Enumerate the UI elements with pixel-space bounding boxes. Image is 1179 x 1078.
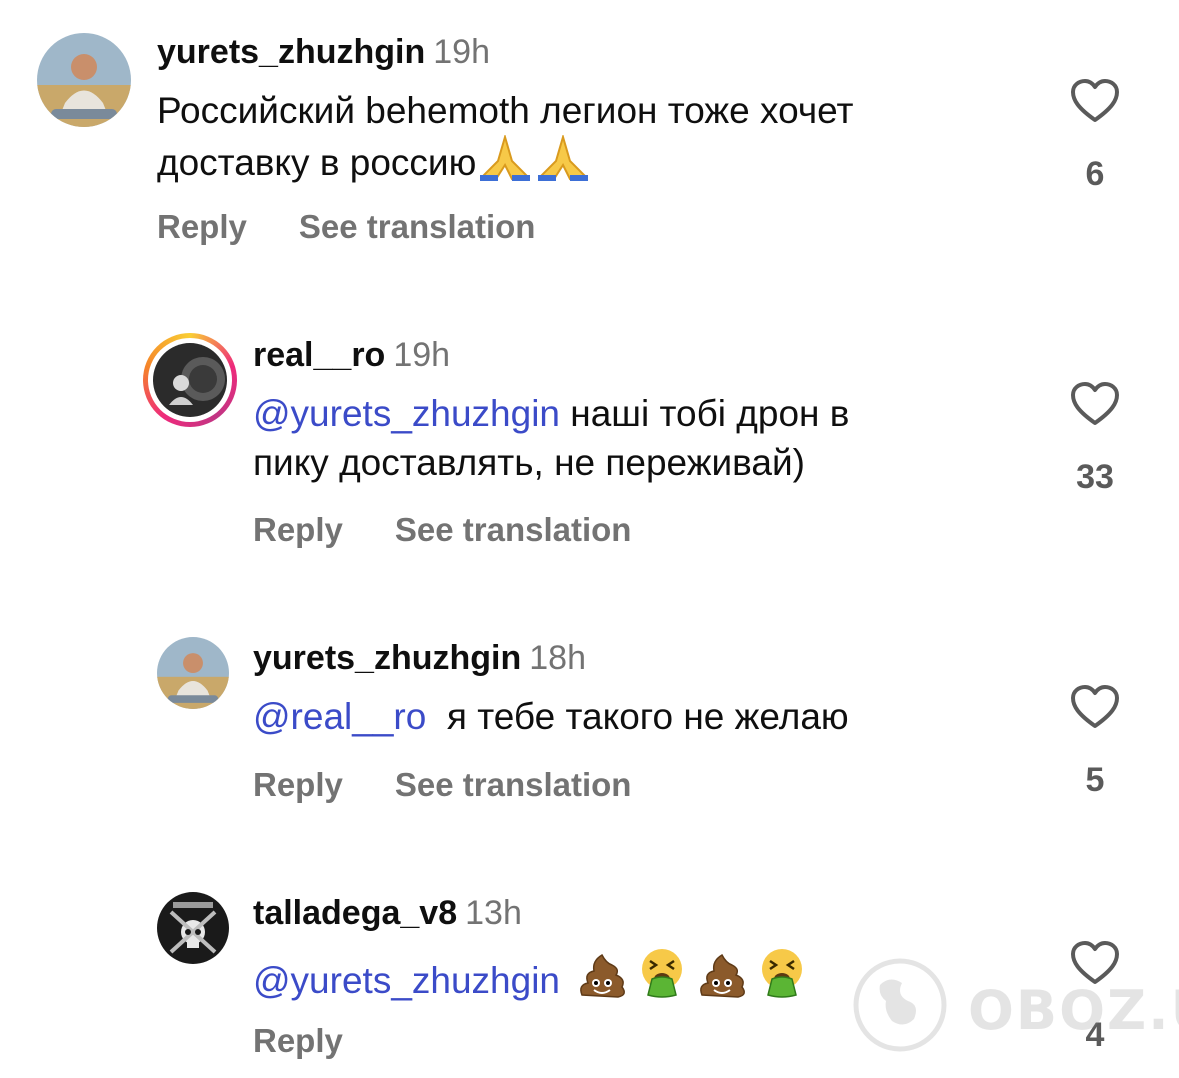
vomiting-face-emoji xyxy=(636,947,688,999)
mention-link[interactable]: @real__ro xyxy=(253,696,426,737)
mention-link[interactable]: @yurets_zhuzhgin xyxy=(253,960,560,1001)
heart-icon[interactable] xyxy=(1070,684,1120,730)
pile-of-poo-emoji xyxy=(696,951,748,999)
watermark: OBOZ.UA xyxy=(850,955,1179,1055)
avatar[interactable] xyxy=(157,637,229,709)
timestamp: 19h xyxy=(393,336,451,374)
comment-text: @yurets_zhuzhgin xyxy=(253,947,808,1005)
like-count: 6 xyxy=(1085,155,1105,193)
folded-hands-emoji xyxy=(534,135,592,181)
reply-button[interactable]: Reply xyxy=(253,765,343,805)
timestamp: 18h xyxy=(529,639,586,677)
watermark-text: OBOZ.UA xyxy=(968,979,1179,1042)
like-count: 5 xyxy=(1085,761,1105,799)
comment-text: @real__ro я тебе такого не желаю xyxy=(253,696,849,737)
heart-icon[interactable] xyxy=(1070,78,1120,124)
comment-text: Российский behemoth легион тоже хочет до… xyxy=(157,90,854,183)
reply-button[interactable]: Reply xyxy=(157,207,247,247)
avatar[interactable] xyxy=(37,33,131,127)
timestamp: 19h xyxy=(433,33,490,71)
see-translation-button[interactable]: See translation xyxy=(299,207,536,247)
avatar[interactable] xyxy=(157,892,229,964)
timestamp: 13h xyxy=(465,894,522,932)
username[interactable]: real__ro xyxy=(253,336,385,374)
mention-link[interactable]: @yurets_zhuzhgin xyxy=(253,393,560,434)
reply-button[interactable]: Reply xyxy=(253,510,343,550)
heart-icon[interactable] xyxy=(1070,381,1120,427)
username[interactable]: talladega_v8 xyxy=(253,894,457,932)
folded-hands-emoji xyxy=(476,135,534,181)
username[interactable]: yurets_zhuzhgin xyxy=(253,639,521,677)
reply-button[interactable]: Reply xyxy=(253,1021,343,1061)
vomiting-face-emoji xyxy=(756,947,808,999)
avatar[interactable] xyxy=(143,333,237,427)
username[interactable]: yurets_zhuzhgin xyxy=(157,33,425,71)
pile-of-poo-emoji xyxy=(576,951,628,999)
like-count: 33 xyxy=(1076,458,1114,496)
see-translation-button[interactable]: See translation xyxy=(395,765,632,805)
globe-icon xyxy=(853,958,947,1052)
see-translation-button[interactable]: See translation xyxy=(395,510,632,550)
comment-text: @yurets_zhuzhgin наші тобі дрон в пику д… xyxy=(253,393,850,483)
